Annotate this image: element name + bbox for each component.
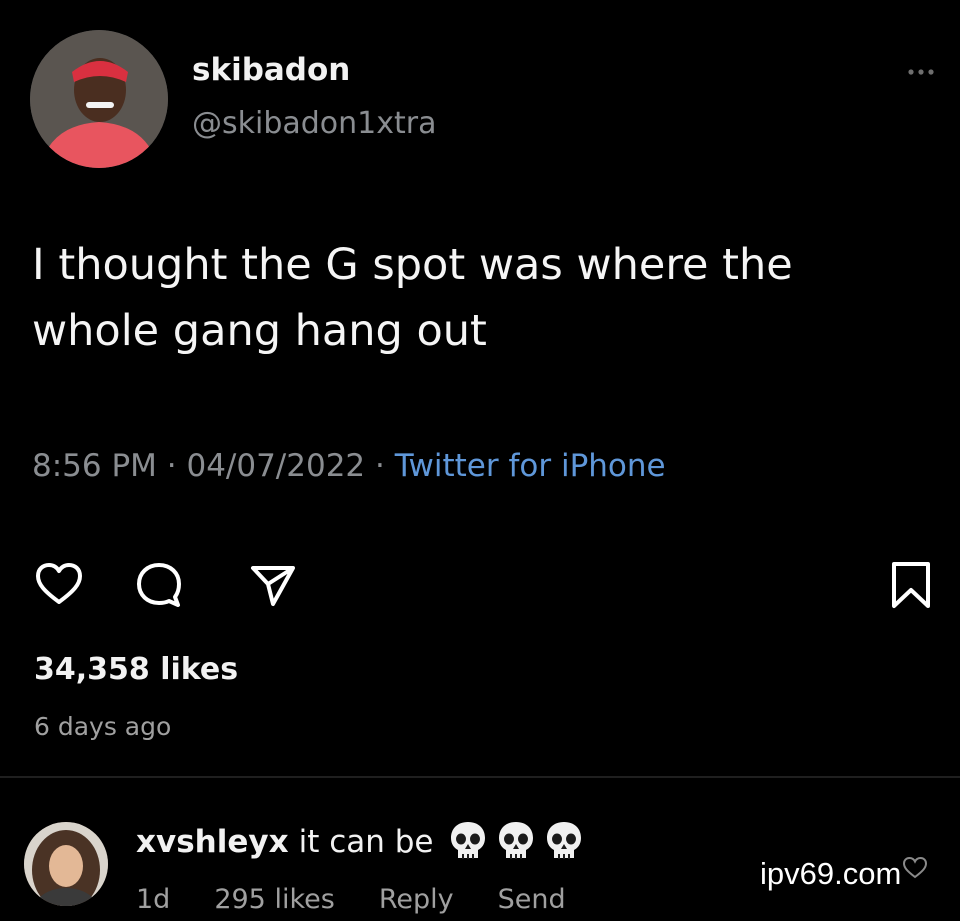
bookmark-icon[interactable] xyxy=(886,560,936,610)
tweet-time: 8:56 PM · 04/07/2022 · xyxy=(32,448,395,484)
skull-emoji xyxy=(546,822,581,859)
skull-emoji xyxy=(498,822,533,859)
comment-age: 1d xyxy=(136,884,171,915)
comment-icon[interactable] xyxy=(134,560,184,610)
tweet-avatar[interactable] xyxy=(30,30,168,168)
tweet-source-link[interactable]: Twitter for iPhone xyxy=(395,448,666,484)
heart-icon[interactable] xyxy=(34,560,84,610)
skull-emoji xyxy=(450,822,485,859)
post-age: 6 days ago xyxy=(34,712,172,741)
divider xyxy=(0,776,960,778)
more-icon[interactable] xyxy=(906,66,936,78)
comment-username[interactable]: xvshleyx xyxy=(136,824,289,860)
small-heart-icon[interactable] xyxy=(902,856,928,880)
comment-avatar[interactable] xyxy=(24,822,108,906)
reply-button[interactable]: Reply xyxy=(379,884,454,915)
comment-likes[interactable]: 295 likes xyxy=(214,884,334,915)
share-icon[interactable] xyxy=(248,560,298,610)
tweet-text: I thought the G spot was where the whole… xyxy=(32,240,793,356)
comment-text: it can be xyxy=(298,824,434,860)
comment-line: xvshleyx it can be xyxy=(136,820,584,864)
tweet-handle[interactable]: @skibadon1xtra xyxy=(192,106,437,141)
tweet-display-name[interactable]: skibadon xyxy=(192,52,350,88)
send-button[interactable]: Send xyxy=(498,884,566,915)
watermark: ipv69.com xyxy=(760,856,902,891)
tweet-meta: 8:56 PM · 04/07/2022 · Twitter for iPhon… xyxy=(32,448,666,484)
likes-count[interactable]: 34,358 likes xyxy=(34,652,238,687)
comment-actions: 1d 295 likes Reply Send xyxy=(136,884,610,915)
